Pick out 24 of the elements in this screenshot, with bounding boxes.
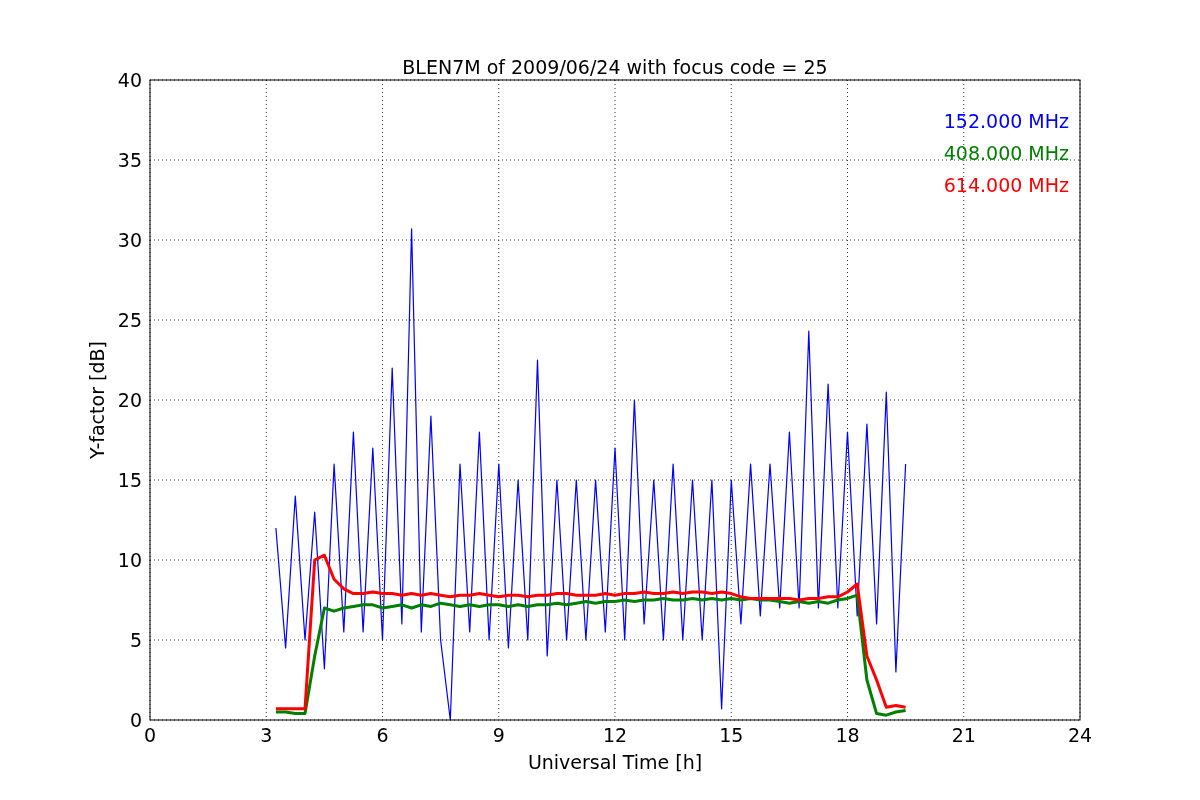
y-tick-label: 25 [117,309,142,331]
y-tick-label: 35 [117,149,142,171]
x-tick-label: 6 [376,724,389,746]
x-tick-label: 21 [951,724,976,746]
x-tick-label: 15 [719,724,744,746]
legend-label: 408.000 MHz [943,142,1069,164]
y-axis-label: Y-factor [dB] [86,341,108,459]
x-tick-label: 3 [260,724,273,746]
y-tick-label: 5 [129,629,142,651]
y-tick-label: 30 [117,229,142,251]
y-tick-label: 15 [117,469,142,491]
x-tick-label: 24 [1067,724,1093,746]
chart-title: BLEN7M of 2009/06/24 with focus code = 25 [402,56,828,78]
x-axis-label: Universal Time [h] [527,751,703,773]
x-tick-label: 0 [143,724,157,746]
x-tick-label: 18 [835,724,860,746]
y-tick-label: 0 [129,709,142,731]
y-tick-label: 20 [117,389,142,411]
x-tick-label: 12 [602,724,628,746]
legend-label: 152.000 MHz [943,110,1069,132]
y-tick-label: 40 [117,69,142,91]
legend-label: 614.000 MHz [943,174,1069,196]
x-tick-label: 9 [492,724,505,746]
y-tick-label: 10 [117,549,142,571]
